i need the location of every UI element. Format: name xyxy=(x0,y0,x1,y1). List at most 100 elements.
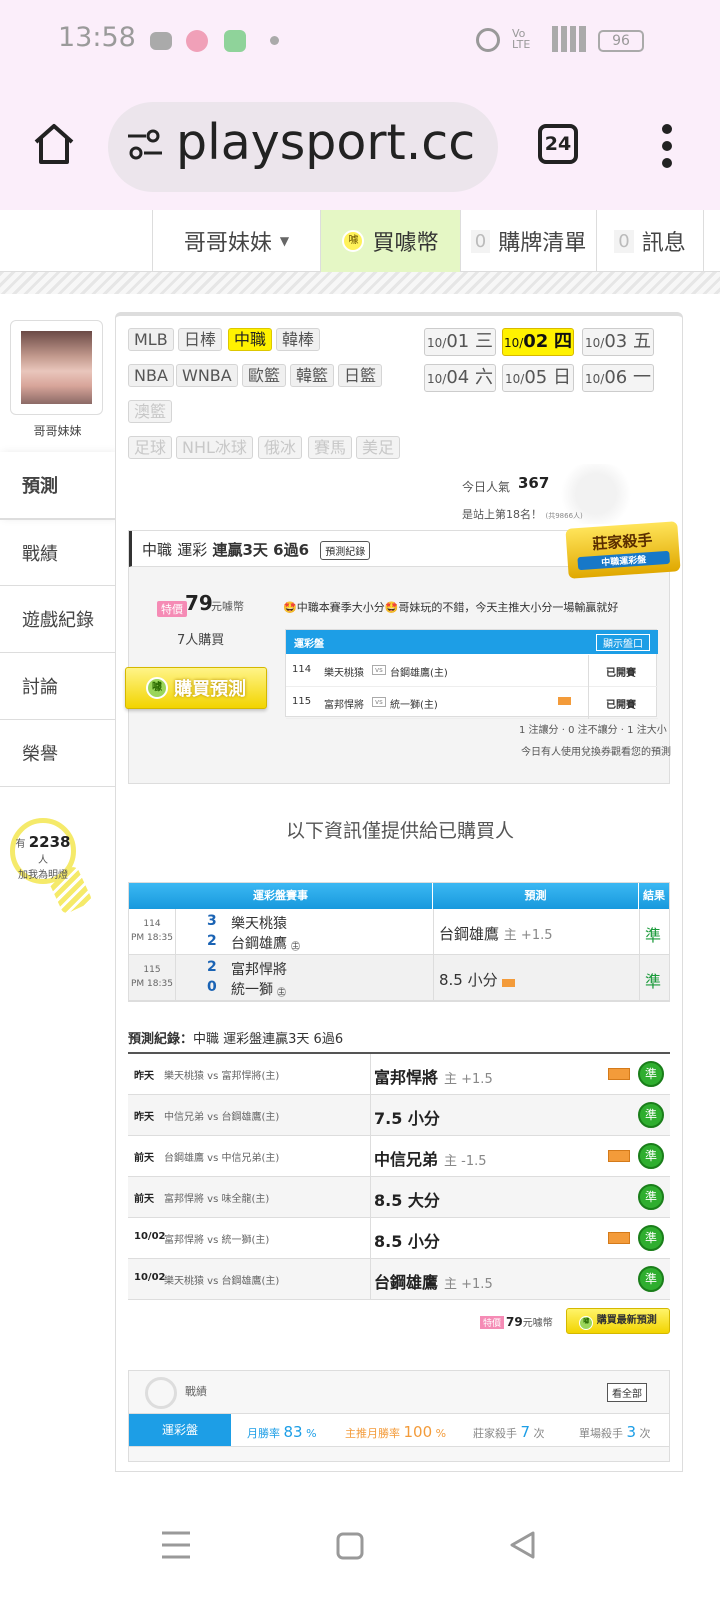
date-button[interactable]: 10/06 一 xyxy=(582,364,654,392)
history-match: 中信兄弟 vs 台鋼雄鷹(主) xyxy=(164,1112,280,1123)
buy-coin-button[interactable]: 噱買噱幣 xyxy=(320,210,460,272)
history-row: 10/02 富邦悍將 vs 統一獅(主) 8.5 小分 準 xyxy=(128,1218,670,1259)
pick-summary: 1 注讓分 · 0 注不讓分 · 1 注大小 xyxy=(519,725,667,736)
sidebar-tab-discussion[interactable]: 討論 xyxy=(0,653,115,720)
sidebar-tab-predictions[interactable]: 預測 xyxy=(0,452,115,519)
history-pick-main: 7.5 小分 xyxy=(374,1109,440,1128)
game-code: 114 xyxy=(292,664,312,675)
league-mlb[interactable]: MLB xyxy=(128,328,174,351)
sidebar-tab-record[interactable]: 戰績 xyxy=(0,519,115,586)
history-row: 前天 台鋼雄鷹 vs 中信兄弟(主) 中信兄弟主 -1.5 準 xyxy=(128,1136,670,1177)
date-weekday: 一 xyxy=(632,367,651,388)
date-day: 04 xyxy=(446,367,470,388)
featured-pick-icon xyxy=(558,697,571,705)
browser-toolbar: playsport.cc 24 xyxy=(0,82,720,210)
records-button[interactable]: 預測紀錄 xyxy=(320,541,371,560)
date-month: 10/ xyxy=(585,372,605,386)
stats-category-tab[interactable]: 運彩盤 xyxy=(129,1414,231,1446)
buy-coin-label: 買噱幣 xyxy=(372,231,439,256)
avatar[interactable] xyxy=(21,331,92,404)
league-nhl[interactable]: NHL冰球 xyxy=(176,436,253,459)
cart-button[interactable]: 0 購牌清單 xyxy=(460,210,596,272)
history-pick-main: 8.5 大分 xyxy=(374,1191,440,1210)
league-cpbl[interactable]: 中職 xyxy=(228,328,273,351)
stat-value: 83 xyxy=(283,1423,303,1441)
messages-button[interactable]: 0 訊息 xyxy=(596,210,704,272)
buy-prediction-button[interactable]: 噱購買預測 xyxy=(125,667,267,709)
featured-pick-icon xyxy=(608,1150,630,1162)
league-american-football[interactable]: 美足 xyxy=(356,436,401,459)
status-time: 13:58 xyxy=(58,22,136,53)
history-row: 前天 富邦悍將 vs 味全龍(主) 8.5 大分 準 xyxy=(128,1177,670,1218)
league-nba[interactable]: NBA xyxy=(128,364,174,387)
history-pick: 7.5 小分 xyxy=(374,1105,446,1129)
date-weekday: 四 xyxy=(554,331,573,352)
follow-lightbulb-button[interactable]: 有 2238 人 加我為明燈 xyxy=(10,818,76,884)
league-japan-basketball[interactable]: 日籃 xyxy=(338,364,383,387)
badge-subtitle: 中職運彩盤 xyxy=(577,550,671,571)
away-score: 2 xyxy=(207,959,217,975)
pick-team: 台鋼雄鷹 xyxy=(439,925,500,943)
league-korea-basketball[interactable]: 韓籃 xyxy=(290,364,335,387)
history-pick: 中信兄弟主 -1.5 xyxy=(374,1146,487,1170)
history-day: 10/02 xyxy=(134,1272,166,1283)
history-pick: 8.5 大分 xyxy=(374,1187,446,1211)
league-khl[interactable]: 俄冰 xyxy=(258,436,303,459)
back-nav-icon[interactable] xyxy=(508,1530,536,1560)
date-weekday: 日 xyxy=(552,367,571,388)
league-euro-basketball[interactable]: 歐籃 xyxy=(242,364,287,387)
mini-game-row: 114 樂天桃猿 vs 台鋼雄鷹(主) 已開賽 xyxy=(286,655,658,687)
more-options-icon[interactable] xyxy=(662,124,672,168)
divider xyxy=(433,955,434,1001)
history-match: 富邦悍將 vs 味全龍(主) xyxy=(164,1194,270,1205)
more-notifications-icon xyxy=(270,36,279,45)
date-day: 01 xyxy=(446,331,470,352)
divider xyxy=(370,1095,371,1136)
history-pick-line: 主 -1.5 xyxy=(444,1154,487,1169)
divider xyxy=(433,909,434,955)
divider xyxy=(370,1259,371,1300)
site-settings-icon[interactable] xyxy=(126,126,164,164)
home-nav-icon[interactable] xyxy=(336,1532,364,1560)
league-soccer[interactable]: 足球 xyxy=(128,436,173,459)
date-button[interactable]: 10/01 三 xyxy=(424,328,496,356)
date-button[interactable]: 10/05 日 xyxy=(502,364,574,392)
league-horse-racing[interactable]: 賽馬 xyxy=(308,436,353,459)
league-australia-basketball[interactable]: 澳籃 xyxy=(128,400,173,423)
date-button-selected[interactable]: 10/02 四 xyxy=(502,328,574,356)
correct-badge-icon: 準 xyxy=(638,1225,664,1251)
date-button[interactable]: 10/03 五 xyxy=(582,328,654,356)
user-menu[interactable]: 哥哥妹妹 ▼ xyxy=(152,210,320,272)
badge-title: 莊家殺手 xyxy=(591,530,653,554)
history-match: 樂天桃猿 vs 台鋼雄鷹(主) xyxy=(164,1276,280,1287)
sidebar-tab-honors[interactable]: 榮譽 xyxy=(0,720,115,787)
date-button[interactable]: 10/04 六 xyxy=(424,364,496,392)
prediction-card: 中職 運彩 連贏3天 6過6 預測紀錄 莊家殺手 中職運彩盤 特價 79 元噱幣 … xyxy=(125,521,681,784)
league-kbo[interactable]: 韓棒 xyxy=(276,328,321,351)
buy-latest-prediction-button[interactable]: 噱 購買最新預測 xyxy=(566,1308,670,1334)
league-wnba[interactable]: WNBA xyxy=(176,364,238,387)
date-day: 03 xyxy=(604,331,628,352)
price-unit: 元噱幣 xyxy=(211,600,244,613)
home-icon[interactable] xyxy=(30,120,78,168)
home-score: 2 xyxy=(207,933,217,949)
show-lines-button[interactable]: 顯示盤口 xyxy=(596,634,650,651)
divider xyxy=(175,955,176,1001)
sale-tag: 特價 xyxy=(480,1316,505,1329)
featured-pick-icon xyxy=(502,979,516,987)
popularity-label: 今日人氣 xyxy=(462,480,511,494)
result-mark: 準 xyxy=(645,926,662,945)
view-all-button[interactable]: 看全部 xyxy=(607,1383,647,1402)
fans-suffix: 人 xyxy=(38,855,48,866)
stat-value: 3 xyxy=(626,1423,637,1441)
avatar-frame[interactable] xyxy=(10,320,103,415)
message-count: 0 xyxy=(614,229,634,253)
tab-switcher-button[interactable]: 24 xyxy=(538,124,578,164)
address-bar[interactable]: playsport.cc xyxy=(108,102,498,192)
history-title: 預測紀錄：中職 運彩盤連贏3天 6過6 xyxy=(128,1028,343,1047)
recent-apps-icon[interactable] xyxy=(162,1530,190,1560)
sidebar-tab-game-log[interactable]: 遊戲紀錄 xyxy=(0,586,115,653)
league-npb[interactable]: 日棒 xyxy=(178,328,223,351)
game-code: 114 xyxy=(143,919,161,929)
divider xyxy=(588,655,589,687)
